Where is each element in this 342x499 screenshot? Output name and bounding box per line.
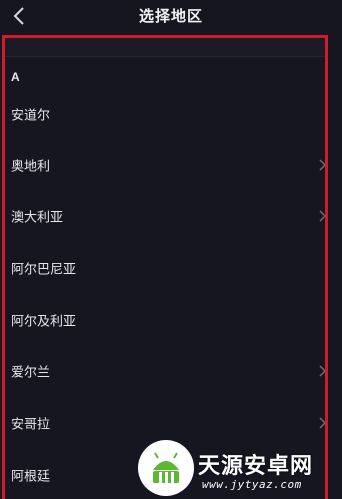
watermark-url: www.jytyaz.com: [202, 478, 302, 491]
android-logo-icon: [153, 452, 179, 484]
watermark-logo-circle: [138, 440, 194, 496]
watermark: 天源安卓网 www.jytyaz.com: [138, 440, 342, 499]
watermark-name: 天源安卓网: [198, 454, 314, 479]
highlight-frame: [2, 35, 328, 499]
